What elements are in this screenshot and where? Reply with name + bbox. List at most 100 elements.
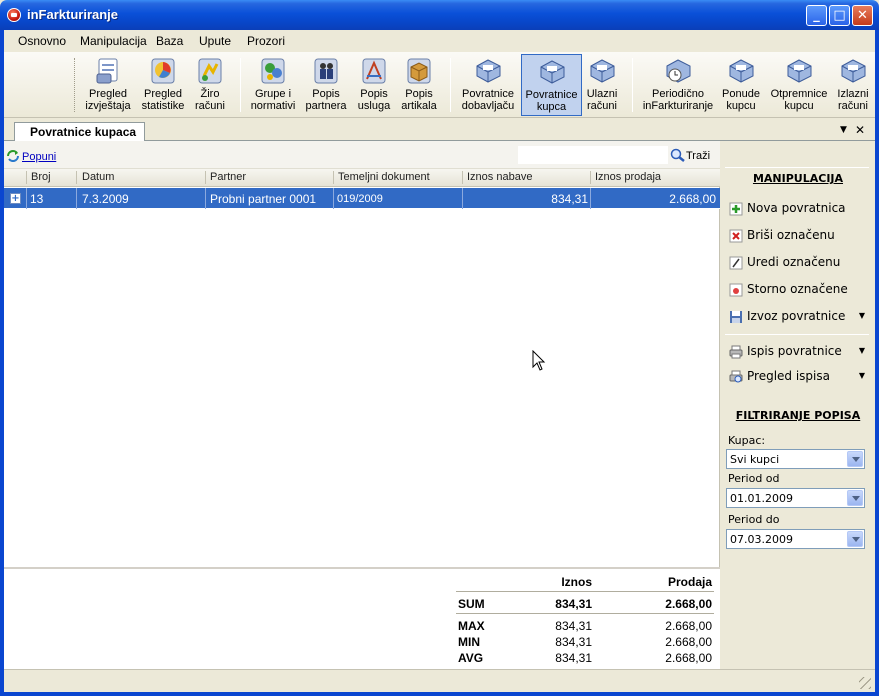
toolbar-otpremnice-kupcu[interactable]: Otpremnice kupcu bbox=[768, 54, 830, 116]
toolbar-ziro-racuni[interactable]: Žiro računi bbox=[190, 54, 230, 116]
window-title: inFarkturiranje bbox=[27, 7, 119, 22]
row-expand-button[interactable]: + bbox=[10, 193, 21, 204]
summary-max-prodaja: 2.668,00 bbox=[665, 619, 712, 633]
column-header-temeljni-dokument[interactable]: Temeljni dokument bbox=[338, 171, 430, 183]
toolbar-pregled-statistike[interactable]: Pregled statistike bbox=[138, 54, 188, 116]
chevron-down-icon[interactable] bbox=[847, 531, 863, 547]
resize-grip[interactable] bbox=[859, 677, 871, 689]
dropdown-arrow-icon[interactable]: ▼ bbox=[859, 371, 865, 380]
summary-header-prodaja: Prodaja bbox=[667, 575, 712, 589]
summary-avg-prodaja: 2.668,00 bbox=[665, 651, 712, 665]
cell-datum: 7.3.2009 bbox=[82, 192, 129, 206]
izvoz-povratnice-button[interactable]: Izvoz povratnice ▼ bbox=[727, 307, 871, 327]
groups-icon bbox=[261, 58, 285, 84]
toolbar-ponude-kupcu[interactable]: Ponude kupcu bbox=[720, 54, 762, 116]
summary-sum-iznos: 834,31 bbox=[555, 597, 592, 611]
bank-account-icon bbox=[198, 58, 222, 84]
periodic-icon bbox=[666, 59, 691, 83]
summary-label-avg: AVG bbox=[458, 651, 484, 665]
summary-min-iznos: 834,31 bbox=[555, 635, 592, 649]
summary-divider bbox=[456, 613, 714, 614]
storno-oznacene-button[interactable]: Storno označene bbox=[727, 280, 871, 300]
toolbar-grip[interactable] bbox=[74, 58, 77, 112]
column-divider bbox=[333, 171, 334, 184]
partners-icon bbox=[314, 58, 338, 84]
column-header-broj[interactable]: Broj bbox=[31, 171, 51, 183]
minimize-button[interactable]: _ bbox=[806, 5, 827, 26]
tab-povratnice-kupaca[interactable]: Povratnice kupaca bbox=[14, 122, 145, 141]
title-bar[interactable]: inFarkturiranje _ □ ✕ bbox=[0, 0, 879, 30]
menu-bar: Osnovno Manipulacija Baza Upute Prozori bbox=[4, 30, 875, 52]
mouse-cursor-icon bbox=[532, 350, 546, 371]
edit-icon bbox=[729, 256, 743, 270]
close-button[interactable]: ✕ bbox=[852, 5, 873, 26]
period-od-picker[interactable]: 01.01.2009 bbox=[726, 488, 865, 508]
refresh-icon bbox=[7, 150, 19, 162]
summary-label-sum: SUM bbox=[458, 597, 485, 611]
delivery-note-icon bbox=[787, 59, 812, 83]
summary-sum-prodaja: 2.668,00 bbox=[665, 597, 712, 611]
chevron-down-icon[interactable] bbox=[847, 451, 863, 467]
chevron-down-icon[interactable] bbox=[847, 490, 863, 506]
kupac-select[interactable]: Svi kupci bbox=[726, 449, 865, 469]
toolbar-grupe-i-normativi[interactable]: Grupe i normativi bbox=[248, 54, 298, 116]
returns-list-pane: Popuni Traži Broj Datum Partner Temeljni… bbox=[4, 141, 720, 669]
column-header-iznos-nabave[interactable]: Iznos nabave bbox=[467, 171, 532, 183]
toolbar-separator bbox=[632, 58, 633, 112]
summary-divider bbox=[456, 591, 714, 592]
toolbar-popis-partnera[interactable]: Popis partnera bbox=[302, 54, 350, 116]
ispis-povratnice-button[interactable]: Ispis povratnice ▼ bbox=[727, 342, 871, 362]
menu-upute[interactable]: Upute bbox=[199, 34, 231, 48]
cell-temeljni-dokument: 019/2009 bbox=[337, 193, 383, 205]
incoming-invoice-icon bbox=[590, 59, 615, 83]
nova-povratnica-button[interactable]: Nova povratnica bbox=[727, 199, 871, 219]
dropdown-arrow-icon[interactable]: ▼ bbox=[859, 346, 865, 355]
menu-baza[interactable]: Baza bbox=[156, 34, 183, 48]
popuni-link[interactable]: Popuni bbox=[6, 149, 56, 163]
brisi-oznacenu-button[interactable]: Briši označenu bbox=[727, 226, 871, 246]
dropdown-arrow-icon[interactable]: ▼ bbox=[859, 311, 865, 320]
tab-close-icon[interactable]: ✕ bbox=[855, 123, 865, 137]
cell-iznos-prodaja: 2.668,00 bbox=[669, 192, 716, 206]
toolbar: Pregled izvještaja Pregled statistike Ži… bbox=[4, 52, 875, 118]
toolbar-izlazni-racuni[interactable]: Izlazni računi bbox=[834, 54, 872, 116]
app-icon[interactable] bbox=[7, 8, 21, 22]
column-header-iznos-prodaja[interactable]: Iznos prodaja bbox=[595, 171, 661, 183]
status-bar bbox=[4, 669, 875, 692]
search-button[interactable]: Traži bbox=[670, 148, 710, 162]
delete-icon bbox=[729, 229, 743, 243]
cell-divider bbox=[205, 188, 206, 209]
pregled-ispisa-button[interactable]: Pregled ispisa ▼ bbox=[727, 367, 871, 387]
print-preview-icon bbox=[729, 370, 743, 383]
period-do-picker[interactable]: 07.03.2009 bbox=[726, 529, 865, 549]
section-title-manipulacija: MANIPULACIJA bbox=[752, 172, 844, 185]
menu-osnovno[interactable]: Osnovno bbox=[18, 34, 66, 48]
document-tab-bar: Povratnice kupaca ▼ ✕ bbox=[4, 119, 875, 141]
toolbar-pregled-izvjestaja[interactable]: Pregled izvještaja bbox=[80, 54, 136, 116]
toolbar-povratnice-kupca[interactable]: Povratnice kupca bbox=[521, 54, 582, 116]
column-divider bbox=[590, 171, 591, 184]
toolbar-separator bbox=[450, 58, 451, 112]
kupac-label: Kupac: bbox=[728, 434, 766, 447]
toolbar-popis-usluga[interactable]: Popis usluga bbox=[354, 54, 394, 116]
report-icon bbox=[96, 58, 118, 84]
maximize-button[interactable]: □ bbox=[829, 5, 850, 26]
table-row[interactable]: + 13 7.3.2009 Probni partner 0001 019/20… bbox=[4, 188, 720, 209]
search-input[interactable] bbox=[518, 146, 668, 164]
summary-avg-iznos: 834,31 bbox=[555, 651, 592, 665]
toolbar-ulazni-racuni[interactable]: Ulazni računi bbox=[584, 54, 620, 116]
toolbar-periodicno[interactable]: Periodično inFarkturiranje bbox=[640, 54, 716, 116]
column-divider bbox=[205, 171, 206, 184]
toolbar-povratnice-dobavljacu[interactable]: Povratnice dobavljaču bbox=[458, 54, 518, 116]
toolbar-popis-artikala[interactable]: Popis artikala bbox=[398, 54, 440, 116]
menu-manipulacija[interactable]: Manipulacija bbox=[80, 34, 147, 48]
cell-broj: 13 bbox=[30, 192, 44, 206]
toolbar-separator bbox=[240, 58, 241, 112]
menu-prozori[interactable]: Prozori bbox=[247, 34, 285, 48]
column-header-datum[interactable]: Datum bbox=[82, 171, 114, 183]
tab-list-dropdown[interactable]: ▼ bbox=[840, 125, 847, 135]
cancel-icon bbox=[729, 283, 743, 297]
magnifier-icon bbox=[670, 148, 685, 162]
uredi-oznacenu-button[interactable]: Uredi označenu bbox=[727, 253, 871, 273]
column-header-partner[interactable]: Partner bbox=[210, 171, 246, 183]
